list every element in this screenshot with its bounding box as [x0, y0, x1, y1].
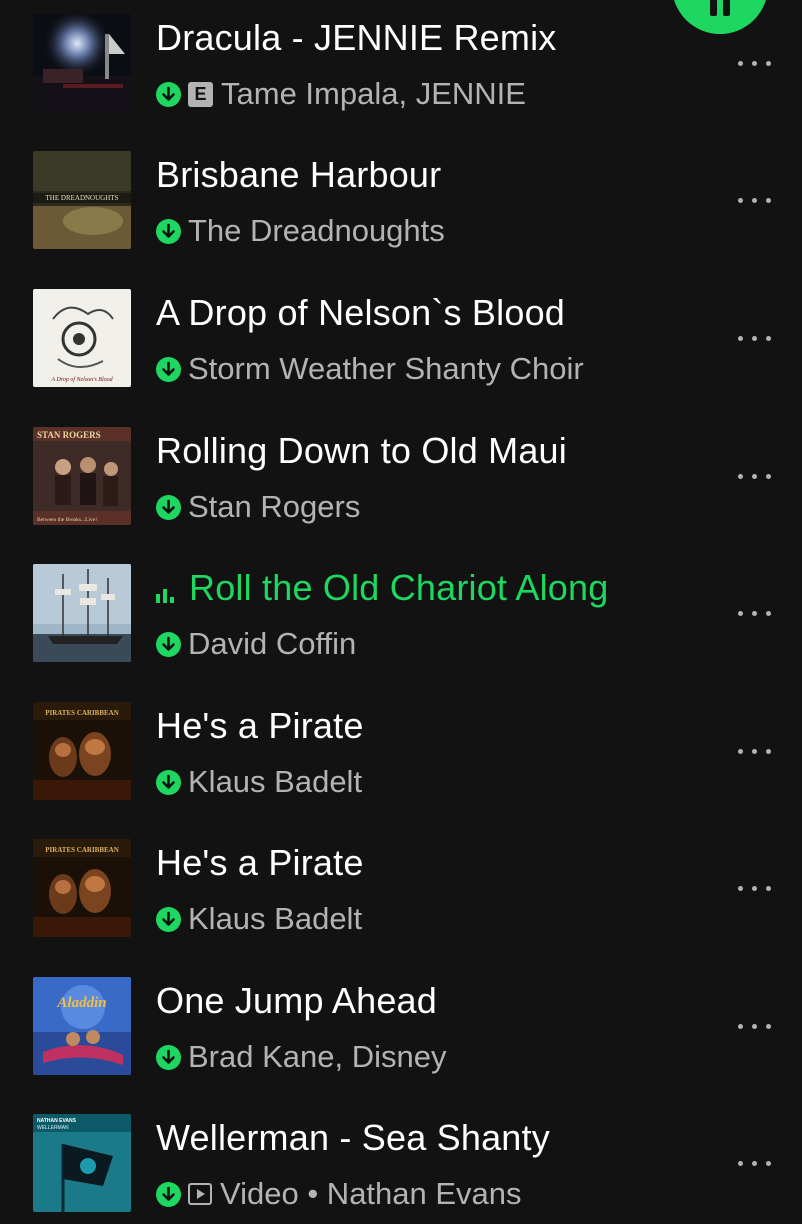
track-artist: Klaus Badelt	[188, 764, 363, 799]
track-artist: Klaus Badelt	[188, 901, 363, 936]
track-row[interactable]: STAN ROGERS Between the Breaks...Live! R…	[0, 427, 802, 537]
album-art: PIRATES CARIBBEAN	[33, 839, 131, 937]
more-options-icon[interactable]	[736, 467, 772, 487]
album-art-text: A Drop of Nelson's Blood	[50, 376, 113, 383]
track-artist: Brad Kane, Disney	[188, 1039, 447, 1074]
track-subtitle: David Coffin	[156, 624, 356, 664]
more-options-icon[interactable]	[736, 604, 772, 624]
track-title: Wellerman - Sea Shanty	[156, 1117, 550, 1158]
track-subtitle: Klaus Badelt	[156, 899, 362, 939]
track-title: A Drop of Nelson`s Blood	[156, 292, 566, 333]
album-art: PIRATES CARIBBEAN	[33, 702, 131, 800]
track-subtitle: Video • Nathan Evans	[156, 1174, 522, 1214]
album-art: NATHAN EVANS WELLERMAN	[33, 1114, 131, 1212]
album-art: A Drop of Nelson's Blood	[33, 289, 131, 387]
more-options-icon[interactable]	[736, 1154, 772, 1174]
explicit-badge: E	[188, 81, 213, 107]
track-artist: Storm Weather Shanty Choir	[188, 351, 584, 386]
track-subtitle: Brad Kane, Disney	[156, 1037, 446, 1077]
download-icon	[156, 1044, 181, 1070]
more-options-icon[interactable]	[736, 54, 772, 74]
more-options-icon[interactable]	[736, 329, 772, 349]
track-row[interactable]: Aladdin One Jump Ahead Brad Kane, Disney	[0, 977, 802, 1087]
download-icon	[156, 494, 181, 520]
track-subtitle: Klaus Badelt	[156, 762, 362, 802]
download-icon	[156, 81, 181, 107]
track-row[interactable]: PIRATES CARIBBEAN He's a Pirate Klaus Ba…	[0, 702, 802, 812]
download-icon	[156, 356, 181, 382]
download-icon	[156, 631, 181, 657]
track-subtitle: The Dreadnoughts	[156, 211, 445, 251]
track-artist: Tame Impala, JENNIE	[221, 76, 526, 111]
track-row[interactable]: NATHAN EVANS WELLERMAN Wellerman - Sea S…	[0, 1114, 802, 1224]
album-art	[33, 564, 131, 662]
album-art-text: Between the Breaks...Live!	[37, 517, 97, 523]
track-row[interactable]: Roll the Old Chariot Along David Coffin	[0, 564, 802, 674]
album-art: STAN ROGERS Between the Breaks...Live!	[33, 427, 131, 525]
album-art: THE DREADNOUGHTS	[33, 151, 131, 249]
video-icon	[188, 1183, 212, 1205]
more-options-icon[interactable]	[736, 879, 772, 899]
track-row[interactable]: PIRATES CARIBBEAN He's a Pirate Klaus Ba…	[0, 839, 802, 949]
album-art-text: Aladdin	[56, 995, 106, 1011]
album-art-text: STAN ROGERS	[37, 430, 101, 440]
more-options-icon[interactable]	[736, 742, 772, 762]
album-art-text: PIRATES CARIBBEAN	[45, 709, 119, 717]
track-subtitle: E Tame Impala, JENNIE	[156, 74, 526, 114]
track-artist: David Coffin	[188, 626, 357, 661]
album-art-text: NATHAN EVANS	[37, 1118, 77, 1124]
track-title: One Jump Ahead	[156, 980, 437, 1021]
track-title: Rolling Down to Old Maui	[156, 430, 567, 471]
download-icon	[156, 906, 181, 932]
download-icon	[156, 769, 181, 795]
more-options-icon[interactable]	[736, 191, 772, 211]
track-artist: The Dreadnoughts	[188, 213, 445, 248]
album-art-text: PIRATES CARIBBEAN	[45, 846, 119, 854]
track-subtitle: Stan Rogers	[156, 487, 360, 527]
track-row[interactable]: THE DREADNOUGHTS Brisbane Harbour The Dr…	[0, 151, 802, 261]
track-title: Dracula - JENNIE Remix	[156, 17, 557, 58]
track-title: He's a Pirate	[156, 705, 364, 746]
download-icon	[156, 218, 181, 244]
track-title: He's a Pirate	[156, 842, 364, 883]
track-title: Roll the Old Chariot Along	[189, 567, 609, 608]
album-art	[33, 14, 131, 112]
more-options-icon[interactable]	[736, 1017, 772, 1037]
track-artist: Video • Nathan Evans	[220, 1176, 522, 1211]
track-subtitle: Storm Weather Shanty Choir	[156, 349, 584, 389]
track-row[interactable]: Dracula - JENNIE Remix E Tame Impala, JE…	[0, 14, 802, 124]
equalizer-icon	[156, 585, 180, 603]
album-art-text: THE DREADNOUGHTS	[46, 194, 119, 202]
track-row[interactable]: A Drop of Nelson's Blood A Drop of Nelso…	[0, 289, 802, 399]
track-artist: Stan Rogers	[188, 489, 361, 524]
album-art-text: WELLERMAN	[37, 1125, 69, 1131]
download-icon	[156, 1181, 181, 1207]
album-art: Aladdin	[33, 977, 131, 1075]
track-title: Brisbane Harbour	[156, 154, 442, 195]
